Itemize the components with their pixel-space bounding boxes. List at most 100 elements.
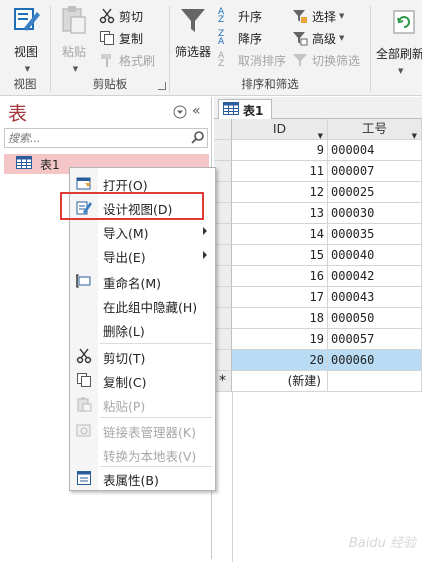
refresh-icon xyxy=(393,10,415,34)
view-icon xyxy=(14,8,40,31)
id-cell[interactable]: 11 xyxy=(232,161,328,182)
menu-item-convert-to-local[interactable]: 转换为本地表(V) xyxy=(70,442,215,466)
employee-no-cell[interactable]: 000007 xyxy=(328,161,422,182)
table-properties-icon xyxy=(76,470,92,486)
menu-item-cut[interactable]: 剪切(T) xyxy=(70,344,215,368)
refresh-all-button[interactable]: 全部刷新 ▼ xyxy=(376,8,422,76)
employee-no-cell[interactable]: 000057 xyxy=(328,329,422,350)
menu-item-label: 重命名(M) xyxy=(103,276,162,291)
menu-item-table-properties[interactable]: 表属性(B) xyxy=(70,466,215,490)
row-selector[interactable] xyxy=(214,224,232,245)
filter-button[interactable]: 筛选器 xyxy=(172,4,214,60)
cut-label: 剪切 xyxy=(119,9,144,24)
format-painter-button[interactable]: 格式刷 xyxy=(99,50,155,70)
nav-pane-title[interactable]: 表 xyxy=(8,99,27,126)
paste-button[interactable]: 粘贴 ▼ xyxy=(57,4,91,74)
row-selector[interactable] xyxy=(214,245,232,266)
selection-button[interactable]: 选择 ▼ xyxy=(292,6,344,26)
chevron-down-icon[interactable]: ▼ xyxy=(318,126,323,139)
view-button[interactable]: 视图 ▼ xyxy=(5,4,47,74)
rename-icon xyxy=(76,273,92,289)
clear-sort-button[interactable]: AZ 取消排序 xyxy=(218,50,286,70)
filter-icon xyxy=(181,9,205,32)
employee-no-cell[interactable]: 000043 xyxy=(328,287,422,308)
table-row-selected[interactable]: 20 000060 xyxy=(214,350,422,371)
menu-item-hide-in-group[interactable]: 在此组中隐藏(H) xyxy=(70,293,215,317)
id-cell[interactable]: 9 xyxy=(232,140,328,161)
format-painter-icon xyxy=(99,52,115,68)
id-cell[interactable]: 16 xyxy=(232,266,328,287)
dialog-launcher-icon[interactable] xyxy=(158,82,166,90)
table-row[interactable]: 17 000043 xyxy=(214,287,422,308)
menu-item-paste[interactable]: 粘贴(P) xyxy=(70,392,215,416)
row-selector[interactable] xyxy=(214,308,232,329)
id-cell[interactable]: 18 xyxy=(232,308,328,329)
employee-no-cell[interactable]: 000035 xyxy=(328,224,422,245)
table-row[interactable]: 15 000040 xyxy=(214,245,422,266)
new-record-row[interactable]: * (新建) xyxy=(214,371,422,392)
sort-descending-icon: ZA xyxy=(218,29,225,47)
cut-button[interactable]: 剪切 xyxy=(99,6,143,26)
row-selector[interactable] xyxy=(214,329,232,350)
id-cell[interactable]: 14 xyxy=(232,224,328,245)
tab-table1[interactable]: 表1 xyxy=(218,99,272,120)
id-cell[interactable]: 17 xyxy=(232,287,328,308)
menu-item-rename[interactable]: 重命名(M) xyxy=(70,269,215,293)
employee-no-cell[interactable]: 000040 xyxy=(328,245,422,266)
employee-no-cell[interactable]: 000030 xyxy=(328,203,422,224)
employee-no-cell[interactable]: 000050 xyxy=(328,308,422,329)
table-row[interactable]: 9 000004 xyxy=(214,140,422,161)
row-selector[interactable] xyxy=(214,350,232,371)
row-selector[interactable] xyxy=(214,182,232,203)
row-selector[interactable] xyxy=(214,140,232,161)
employee-no-cell[interactable]: 000025 xyxy=(328,182,422,203)
employee-no-cell[interactable] xyxy=(328,371,422,392)
menu-item-delete[interactable]: 删除(L) xyxy=(70,317,215,341)
header-row: ID ▼ 工号 ▼ xyxy=(214,119,422,140)
sort-descending-button[interactable]: ZA 降序 xyxy=(218,28,262,48)
employee-no-cell[interactable]: 000004 xyxy=(328,140,422,161)
employee-no-cell[interactable]: 000060 xyxy=(328,350,422,371)
nav-menu-dropdown-icon[interactable] xyxy=(173,105,187,119)
table-row[interactable]: 16 000042 xyxy=(214,266,422,287)
table-row[interactable]: 12 000025 xyxy=(214,182,422,203)
view-group: 视图 ▼ 视图 xyxy=(0,0,50,96)
chevron-down-icon: ▼ xyxy=(72,65,79,73)
menu-item-copy[interactable]: 复制(C) xyxy=(70,368,215,392)
menu-item-label: 剪切(T) xyxy=(103,351,146,366)
row-selector[interactable] xyxy=(214,287,232,308)
new-record-cell[interactable]: (新建) xyxy=(232,371,328,392)
menu-item-import[interactable]: 导入(M) xyxy=(70,219,215,243)
toggle-filter-button[interactable]: 切换筛选 xyxy=(292,50,360,70)
column-header-employee-no[interactable]: 工号 ▼ xyxy=(328,119,422,140)
id-cell[interactable]: 15 xyxy=(232,245,328,266)
column-header-id[interactable]: ID ▼ xyxy=(232,119,328,140)
new-record-marker[interactable]: * xyxy=(214,371,232,392)
menu-item-linked-table-manager[interactable]: 链接表管理器(K) xyxy=(70,418,215,442)
chevron-down-icon[interactable]: ▼ xyxy=(412,126,417,139)
row-selector[interactable] xyxy=(214,266,232,287)
table-row[interactable]: 13 000030 xyxy=(214,203,422,224)
table-row[interactable]: 18 000050 xyxy=(214,308,422,329)
table-row[interactable]: 11 000007 xyxy=(214,161,422,182)
collapse-pane-icon[interactable]: « xyxy=(192,104,206,119)
table-row[interactable]: 14 000035 xyxy=(214,224,422,245)
submenu-arrow-icon xyxy=(203,251,207,259)
column-header-label: 工号 xyxy=(361,121,387,136)
sort-ascending-button[interactable]: AZ 升序 xyxy=(218,6,262,26)
open-icon xyxy=(76,175,92,191)
menu-item-export[interactable]: 导出(E) xyxy=(70,243,215,267)
copy-button[interactable]: 复制 xyxy=(99,28,143,48)
row-selector[interactable] xyxy=(214,203,232,224)
id-cell[interactable]: 20 xyxy=(232,350,328,371)
table-row[interactable]: 19 000057 xyxy=(214,329,422,350)
advanced-button[interactable]: 高级 ▼ xyxy=(292,28,344,48)
select-all-corner[interactable] xyxy=(214,119,232,140)
employee-no-cell[interactable]: 000042 xyxy=(328,266,422,287)
nav-search-input[interactable] xyxy=(5,129,185,147)
id-cell[interactable]: 13 xyxy=(232,203,328,224)
id-cell[interactable]: 19 xyxy=(232,329,328,350)
id-cell[interactable]: 12 xyxy=(232,182,328,203)
search-icon[interactable] xyxy=(189,130,206,146)
row-selector[interactable] xyxy=(214,161,232,182)
